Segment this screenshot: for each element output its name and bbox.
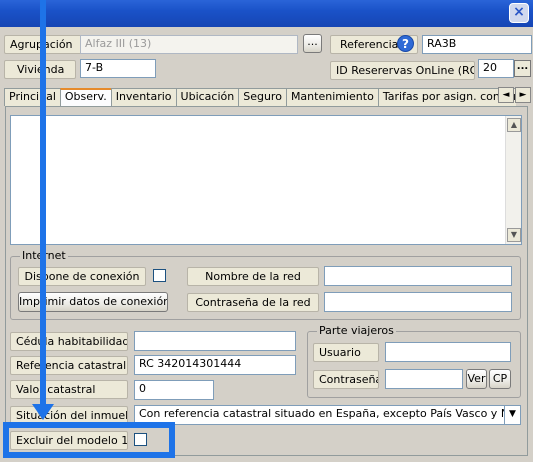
title-bar: ×	[0, 0, 533, 27]
scroll-up-icon[interactable]: ▲	[507, 118, 521, 132]
cedula-field[interactable]	[134, 331, 296, 351]
nombre-red-label: Nombre de la red	[187, 267, 319, 286]
usuario-label: Usuario	[313, 343, 379, 362]
usuario-field[interactable]	[385, 342, 511, 362]
agrupacion-browse-button[interactable]: ...	[303, 34, 322, 53]
vivienda-field[interactable]: 7-B	[80, 59, 156, 78]
contrasena-red-field[interactable]	[324, 292, 512, 312]
valor-catastral-field[interactable]: 0	[134, 380, 214, 400]
referencia-field[interactable]: RA3B	[422, 35, 532, 54]
tab-mantenimiento[interactable]: Mantenimiento	[285, 88, 379, 106]
valor-catastral-label: Valor catastral	[10, 380, 128, 399]
id-reservas-label: ID Reserervas OnLine (ROL)	[330, 61, 475, 80]
annotation-arrowhead	[32, 404, 54, 420]
dispone-conexion-label: Dispone de conexión	[18, 267, 146, 286]
tab-ubicacion[interactable]: Ubicación	[175, 88, 240, 106]
tab-observ[interactable]: Observ.	[59, 88, 112, 106]
nombre-red-field[interactable]	[324, 266, 512, 286]
annotation-highlight-box	[3, 422, 175, 458]
situacion-select[interactable]: Con referencia catastral situado en Espa…	[134, 405, 505, 425]
dispone-conexion-checkbox[interactable]	[153, 269, 166, 282]
ref-catastral-label: Referencia catastral	[10, 356, 128, 375]
cp-button[interactable]: CP	[489, 369, 511, 389]
id-reservas-browse-button[interactable]: ...	[514, 60, 531, 77]
id-reservas-field[interactable]: 20	[478, 59, 514, 78]
contrasena-red-label: Contraseña de la red	[187, 293, 319, 312]
tab-scroll-right-button[interactable]: ►	[515, 87, 531, 103]
ref-catastral-field[interactable]: RC 342014301444	[134, 355, 296, 375]
contrasena-viajeros-label: Contraseña	[313, 370, 379, 389]
contrasena-viajeros-field[interactable]	[385, 369, 463, 389]
annotation-arrow	[40, 0, 46, 412]
tab-inventario[interactable]: Inventario	[110, 88, 177, 106]
tab-tarifas[interactable]: Tarifas por asign. convenciones	[377, 88, 516, 106]
scroll-down-icon[interactable]: ▼	[507, 228, 521, 242]
parte-viajeros-title: Parte viajeros	[317, 324, 396, 337]
memo-scrollbar[interactable]: ▲ ▼	[505, 116, 521, 244]
tab-principal[interactable]: Principal	[4, 88, 61, 106]
situacion-dropdown-icon[interactable]: ▼	[504, 405, 521, 425]
tab-strip: Principal Observ. Inventario Ubicación Segur…	[4, 88, 516, 106]
tab-seguro[interactable]: Seguro	[238, 88, 287, 106]
agrupacion-field[interactable]: Alfaz III (13)	[80, 35, 298, 54]
help-icon[interactable]: ?	[397, 35, 414, 52]
observaciones-textarea[interactable]: ▲ ▼	[10, 115, 522, 245]
tab-scroll-left-button[interactable]: ◄	[498, 87, 514, 103]
close-button[interactable]: ×	[509, 3, 529, 23]
cedula-label: Cédula habitabilidad	[10, 332, 128, 351]
ver-button[interactable]: Ver	[466, 369, 487, 389]
